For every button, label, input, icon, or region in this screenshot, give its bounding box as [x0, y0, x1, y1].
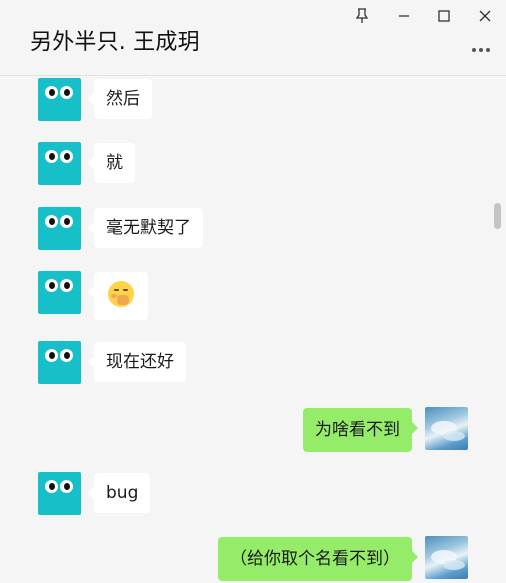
contact-avatar[interactable] [38, 207, 81, 250]
avatar-eye [60, 150, 73, 163]
avatar-eye [60, 349, 73, 362]
message-bubble-incoming[interactable]: bug [87, 473, 151, 513]
avatar-eye [60, 215, 73, 228]
minimize-icon [399, 15, 409, 17]
message-bubble-outgoing[interactable]: （给你取个名看不到） [218, 537, 418, 581]
avatar-eye [45, 349, 58, 362]
avatar-eye [45, 279, 58, 292]
more-options-button[interactable] [468, 40, 494, 60]
chat-title: 另外半只. 王成玥 [30, 30, 200, 55]
avatar-eye [60, 279, 73, 292]
message-bubble-incoming[interactable]: 毫无默契了 [88, 208, 203, 248]
maximize-icon [438, 10, 450, 22]
title-bar: 另外半只. 王成玥 [0, 0, 506, 76]
message-bubble-outgoing[interactable]: 为啥看不到 [303, 408, 418, 452]
chat-window: 另外半只. 王成玥 然后 就 毫无默契了 现在还好 为啥看不到 bug （给你取… [0, 0, 506, 583]
avatar-eye [60, 480, 73, 493]
minimize-button[interactable] [384, 2, 424, 30]
scrollbar-thumb[interactable] [494, 203, 501, 229]
avatar-eye [45, 86, 58, 99]
avatar-eye [45, 150, 58, 163]
pin-icon [355, 8, 369, 23]
contact-avatar[interactable] [38, 78, 81, 121]
more-icon-dot [479, 48, 483, 52]
message-bubble-incoming[interactable] [88, 272, 148, 320]
message-bubble-incoming[interactable]: 然后 [88, 79, 152, 119]
message-bubble-incoming[interactable]: 现在还好 [88, 342, 186, 382]
contact-avatar[interactable] [38, 271, 81, 314]
my-avatar[interactable] [425, 407, 468, 450]
avatar-eye [45, 215, 58, 228]
contact-avatar[interactable] [38, 472, 81, 515]
my-avatar[interactable] [425, 536, 468, 579]
shy-face-emoji-icon [108, 281, 134, 307]
maximize-button[interactable] [424, 2, 464, 30]
message-list[interactable]: 然后 就 毫无默契了 现在还好 为啥看不到 bug （给你取个名看不到） [0, 77, 506, 583]
message-bubble-incoming[interactable]: 就 [88, 143, 135, 183]
close-icon [479, 10, 491, 22]
contact-avatar[interactable] [38, 341, 81, 384]
more-icon-dot [486, 48, 490, 52]
more-icon-dot [472, 48, 476, 52]
close-button[interactable] [465, 2, 505, 30]
avatar-eye [60, 86, 73, 99]
contact-avatar[interactable] [38, 142, 81, 185]
pin-button[interactable] [342, 2, 382, 30]
avatar-eye [45, 480, 58, 493]
